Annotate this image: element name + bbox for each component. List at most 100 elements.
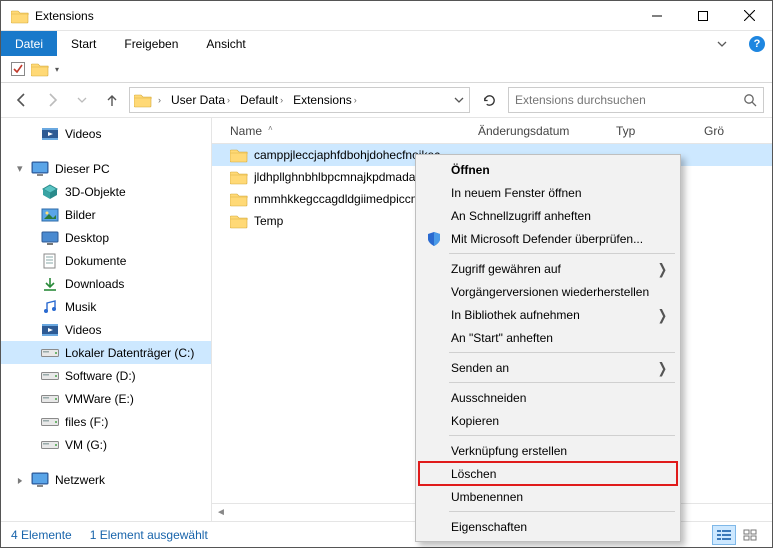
chevron-right-icon: › — [227, 95, 230, 105]
sidebar-item[interactable]: 3D-Objekte — [1, 180, 211, 203]
column-type[interactable]: Typ — [616, 124, 704, 138]
sidebar-item[interactable]: Lokaler Datenträger (C:) — [1, 341, 211, 364]
menu-item[interactable]: Öffnen — [419, 158, 677, 181]
menu-item[interactable]: Zugriff gewähren auf — [419, 257, 677, 280]
videos-icon — [41, 322, 59, 338]
breadcrumb-segment[interactable]: Extensions › — [289, 93, 361, 107]
ribbon-tab-datei[interactable]: Datei — [1, 31, 57, 56]
maximize-button[interactable] — [680, 1, 726, 31]
shield-icon — [425, 230, 443, 248]
pc-icon — [31, 161, 49, 177]
breadcrumb-segment[interactable]: User Data › — [167, 93, 234, 107]
qat-folder-icon[interactable] — [31, 61, 49, 77]
search-input[interactable] — [515, 93, 743, 107]
quick-access-toolbar: ▾ — [1, 56, 772, 83]
column-name[interactable]: Name — [230, 124, 262, 138]
folder-icon — [230, 191, 248, 207]
qat-dropdown-icon[interactable]: ▾ — [55, 65, 59, 74]
sidebar-item[interactable]: VM (G:) — [1, 433, 211, 456]
sidebar-item[interactable]: Videos — [1, 318, 211, 341]
menu-separator — [449, 382, 675, 383]
drive-icon — [41, 345, 59, 361]
column-headers[interactable]: Name ˄ Änderungsdatum Typ Grö — [212, 118, 772, 144]
sidebar-item-network[interactable]: Netzwerk — [1, 468, 211, 491]
nav-recent-dropdown[interactable] — [69, 87, 95, 113]
breadcrumb-segment[interactable]: Default › — [236, 93, 287, 107]
refresh-button[interactable] — [476, 87, 502, 113]
menu-item[interactable]: Ausschneiden — [419, 386, 677, 409]
drive-icon — [41, 414, 59, 430]
menu-separator — [449, 253, 675, 254]
search-box[interactable] — [508, 87, 764, 113]
column-modified[interactable]: Änderungsdatum — [478, 124, 616, 138]
downloads-icon — [41, 276, 59, 292]
documents-icon — [41, 253, 59, 269]
qat-checkbox[interactable] — [11, 62, 25, 76]
navigation-pane[interactable]: VideosDieser PC3D-ObjekteBilderDesktopDo… — [1, 118, 212, 521]
context-menu[interactable]: ÖffnenIn neuem Fenster öffnenAn Schnellz… — [415, 154, 681, 542]
sidebar-item[interactable]: Downloads — [1, 272, 211, 295]
chevron-right-icon: › — [158, 95, 161, 105]
desktop-icon — [41, 230, 59, 246]
menu-item[interactable]: In Bibliothek aufnehmen — [419, 303, 677, 326]
sidebar-item[interactable]: Musik — [1, 295, 211, 318]
ribbon-tab-freigeben[interactable]: Freigeben — [110, 31, 192, 56]
sidebar-item[interactable]: Bilder — [1, 203, 211, 226]
help-icon: ? — [749, 36, 765, 52]
help-button[interactable]: ? — [742, 31, 772, 56]
status-item-count: 4 Elemente — [11, 528, 72, 542]
folder-icon — [230, 169, 248, 185]
menu-item[interactable]: Löschen — [419, 462, 677, 485]
sidebar-item[interactable]: Software (D:) — [1, 364, 211, 387]
submenu-arrow-icon — [658, 262, 667, 276]
status-selection: 1 Element ausgewählt — [90, 528, 208, 542]
menu-item[interactable]: Senden an — [419, 356, 677, 379]
close-button[interactable] — [726, 1, 772, 31]
videos-icon — [41, 126, 59, 142]
folder-icon — [230, 213, 248, 229]
pictures-icon — [41, 207, 59, 223]
menu-item[interactable]: Umbenennen — [419, 485, 677, 508]
window-title: Extensions — [35, 9, 634, 23]
menu-item[interactable]: Mit Microsoft Defender überprüfen... — [419, 227, 677, 250]
sidebar-item[interactable]: files (F:) — [1, 410, 211, 433]
sidebar-item[interactable]: Desktop — [1, 226, 211, 249]
nav-up-button[interactable] — [99, 87, 125, 113]
menu-item[interactable]: Verknüpfung erstellen — [419, 439, 677, 462]
menu-item[interactable]: Kopieren — [419, 409, 677, 432]
nav-forward-button[interactable] — [39, 87, 65, 113]
folder-icon — [230, 147, 248, 163]
sort-indicator-icon: ˄ — [268, 124, 273, 133]
ribbon-tabs: DateiStartFreigebenAnsicht ? — [1, 31, 772, 56]
sidebar-item[interactable]: VMWare (E:) — [1, 387, 211, 410]
nav-back-button[interactable] — [9, 87, 35, 113]
drive-icon — [41, 368, 59, 384]
menu-item[interactable]: Eigenschaften — [419, 515, 677, 538]
address-bar: › User Data ›Default ›Extensions › — [1, 83, 772, 117]
minimize-button[interactable] — [634, 1, 680, 31]
sidebar-item[interactable]: Dokumente — [1, 249, 211, 272]
sidebar-item-this-pc[interactable]: Dieser PC — [1, 157, 211, 180]
menu-item[interactable]: In neuem Fenster öffnen — [419, 181, 677, 204]
menu-separator — [449, 352, 675, 353]
ribbon-expand-button[interactable] — [702, 31, 742, 56]
search-icon[interactable] — [743, 93, 757, 107]
menu-separator — [449, 511, 675, 512]
breadcrumb-folder-icon — [134, 92, 152, 108]
window-folder-icon — [11, 7, 29, 25]
view-details-button[interactable] — [712, 525, 736, 545]
view-large-icons-button[interactable] — [738, 525, 762, 545]
sidebar-item[interactable]: Videos — [1, 122, 211, 145]
menu-item[interactable]: Vorgängerversionen wiederherstellen — [419, 280, 677, 303]
address-history-dropdown[interactable] — [449, 95, 469, 105]
menu-item[interactable]: An "Start" anheften — [419, 326, 677, 349]
ribbon-tab-start[interactable]: Start — [57, 31, 110, 56]
ribbon-tab-ansicht[interactable]: Ansicht — [192, 31, 259, 56]
submenu-arrow-icon — [658, 361, 667, 375]
menu-item[interactable]: An Schnellzugriff anheften — [419, 204, 677, 227]
column-size[interactable]: Grö — [704, 124, 772, 138]
drive-icon — [41, 437, 59, 453]
cube-icon — [41, 184, 59, 200]
breadcrumb[interactable]: › User Data ›Default ›Extensions › — [129, 87, 470, 113]
file-name: camppjleccjaphfdbohjdohecfnoikec — [254, 148, 440, 162]
